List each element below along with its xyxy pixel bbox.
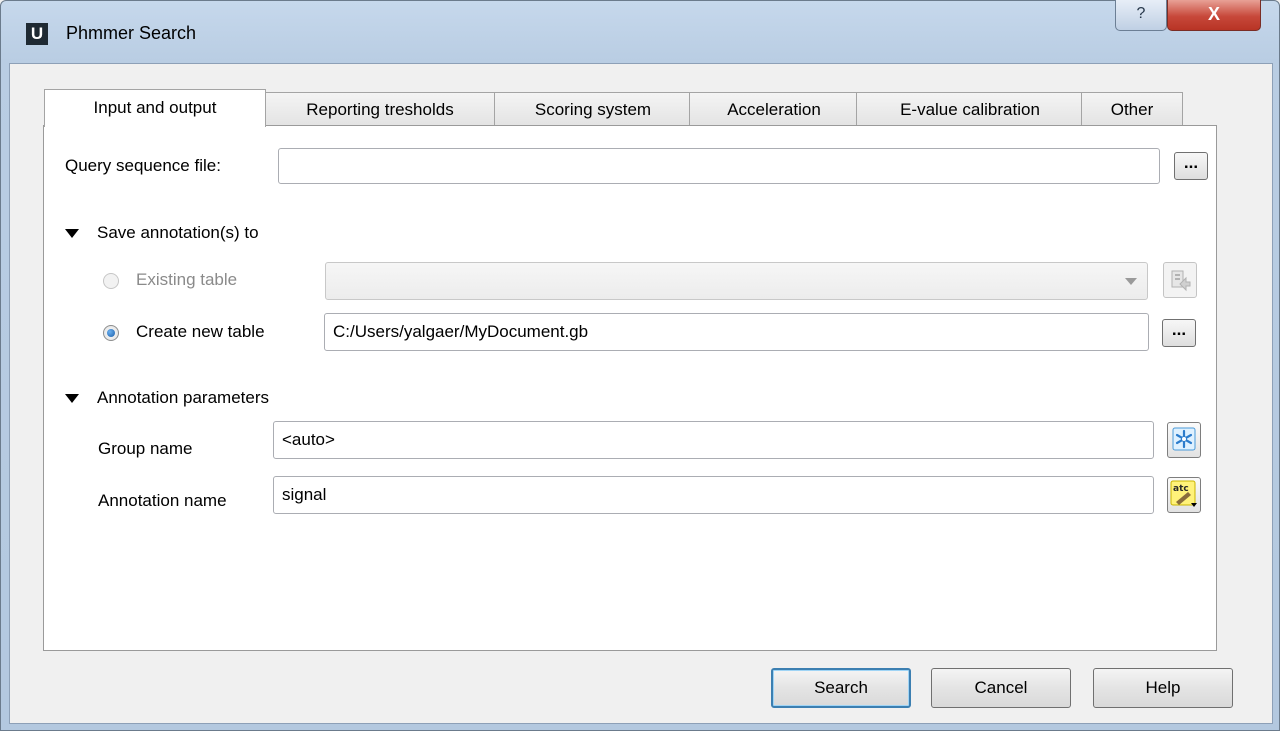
title-bar[interactable]: U Phmmer Search ? X xyxy=(1,0,1279,63)
search-button[interactable]: Search xyxy=(771,668,911,708)
group-name-predefined-button[interactable] xyxy=(1167,422,1201,458)
help-button[interactable]: Help xyxy=(1093,668,1233,708)
window-close-button[interactable]: X xyxy=(1167,0,1261,31)
group-name-label: Group name xyxy=(98,439,193,458)
window-title: Phmmer Search xyxy=(66,23,197,43)
annotation-name-input[interactable]: signal xyxy=(273,476,1154,514)
tab-acceleration[interactable]: Acceleration xyxy=(689,92,859,126)
existing-table-combo[interactable] xyxy=(325,262,1148,300)
new-table-browse-button[interactable]: ... xyxy=(1162,319,1196,347)
annotation-section-header[interactable]: Annotation parameters xyxy=(97,388,269,408)
tab-scoring-system[interactable]: Scoring system xyxy=(494,92,692,126)
tab-reporting-tresholds[interactable]: Reporting tresholds xyxy=(263,92,497,126)
snowflake-icon xyxy=(1172,427,1196,451)
dialog-client-area: Input and output Reporting tresholds Sco… xyxy=(9,63,1273,724)
cancel-button[interactable]: Cancel xyxy=(931,668,1071,708)
annotation-section-collapse-icon[interactable] xyxy=(65,394,79,403)
query-sequence-file-label: Query sequence file: xyxy=(65,156,221,175)
save-section-header[interactable]: Save annotation(s) to xyxy=(97,223,259,243)
tab-panel-input-and-output: Query sequence file: ... Save annotation… xyxy=(43,125,1217,651)
chevron-down-icon xyxy=(1125,278,1137,285)
document-arrow-icon xyxy=(1171,270,1191,292)
tab-other[interactable]: Other xyxy=(1081,92,1183,126)
tab-input-and-output[interactable]: Input and output xyxy=(44,89,266,127)
abc-edit-icon: atc xyxy=(1170,480,1197,507)
existing-table-radio[interactable] xyxy=(103,273,119,289)
query-sequence-file-input[interactable] xyxy=(278,148,1160,184)
create-new-table-label: Create new table xyxy=(136,322,265,341)
existing-table-select-button[interactable] xyxy=(1163,262,1197,298)
dialog-window: U Phmmer Search ? X Input and output Rep… xyxy=(0,0,1280,731)
app-logo-icon: U xyxy=(26,23,48,45)
create-new-table-radio[interactable] xyxy=(103,325,119,341)
save-section-collapse-icon[interactable] xyxy=(65,229,79,238)
tab-e-value-calibration[interactable]: E-value calibration xyxy=(856,92,1084,126)
new-table-path-input[interactable]: C:/Users/yalgaer/MyDocument.gb xyxy=(324,313,1149,351)
existing-table-label: Existing table xyxy=(136,270,238,289)
annotation-name-label: Annotation name xyxy=(98,491,227,510)
window-help-button[interactable]: ? xyxy=(1115,0,1167,31)
annotation-name-menu-button[interactable]: atc xyxy=(1167,477,1201,513)
group-name-input[interactable]: <auto> xyxy=(273,421,1154,459)
svg-text:atc: atc xyxy=(1173,484,1189,494)
query-browse-button[interactable]: ... xyxy=(1174,152,1208,180)
